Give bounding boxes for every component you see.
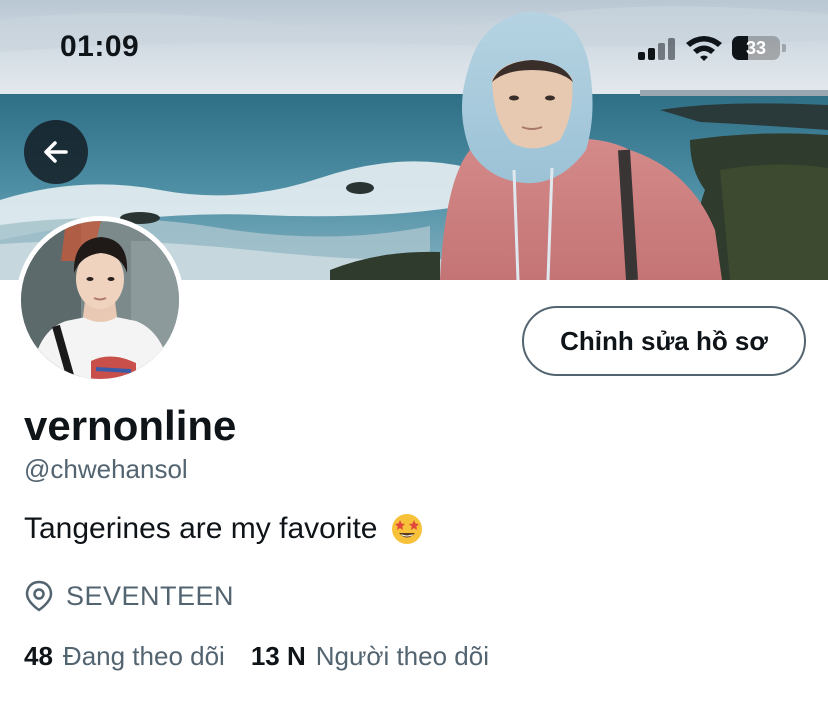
star-struck-emoji-icon [391, 514, 422, 544]
arrow-left-icon [44, 141, 68, 163]
status-time: 01:09 [60, 30, 140, 63]
status-icons: 33 [638, 34, 788, 64]
profile-location: SEVENTEEN [24, 578, 234, 614]
profile-avatar[interactable] [16, 216, 184, 384]
battery-percentage: 33 [745, 38, 767, 58]
back-button[interactable] [24, 120, 88, 184]
battery-icon: 33 [732, 36, 786, 60]
status-bar: 01:09 33 [0, 0, 828, 100]
edit-profile-button[interactable]: Chỉnh sửa hồ sơ [522, 306, 806, 376]
wifi-icon [686, 36, 722, 61]
follow-stats: 48 Đang theo dõi 13 N Người theo dõi [24, 638, 515, 674]
battery-cap [782, 44, 786, 52]
followers-label[interactable]: Người theo dõi [316, 641, 489, 672]
avatar-image [21, 221, 179, 379]
display-name: vernonline [24, 402, 237, 449]
followers-count[interactable]: 13 N [251, 641, 306, 672]
following-label[interactable]: Đang theo dõi [63, 641, 225, 672]
bio-text: Tangerines are my favorite [24, 512, 378, 545]
location-text: SEVENTEEN [66, 580, 235, 611]
username-handle: @chwehansol [24, 454, 188, 484]
following-count[interactable]: 48 [24, 641, 53, 672]
profile-bio: Tangerines are my favorite [24, 512, 424, 546]
cellular-signal-icon [638, 38, 678, 60]
location-pin-icon [25, 580, 53, 612]
